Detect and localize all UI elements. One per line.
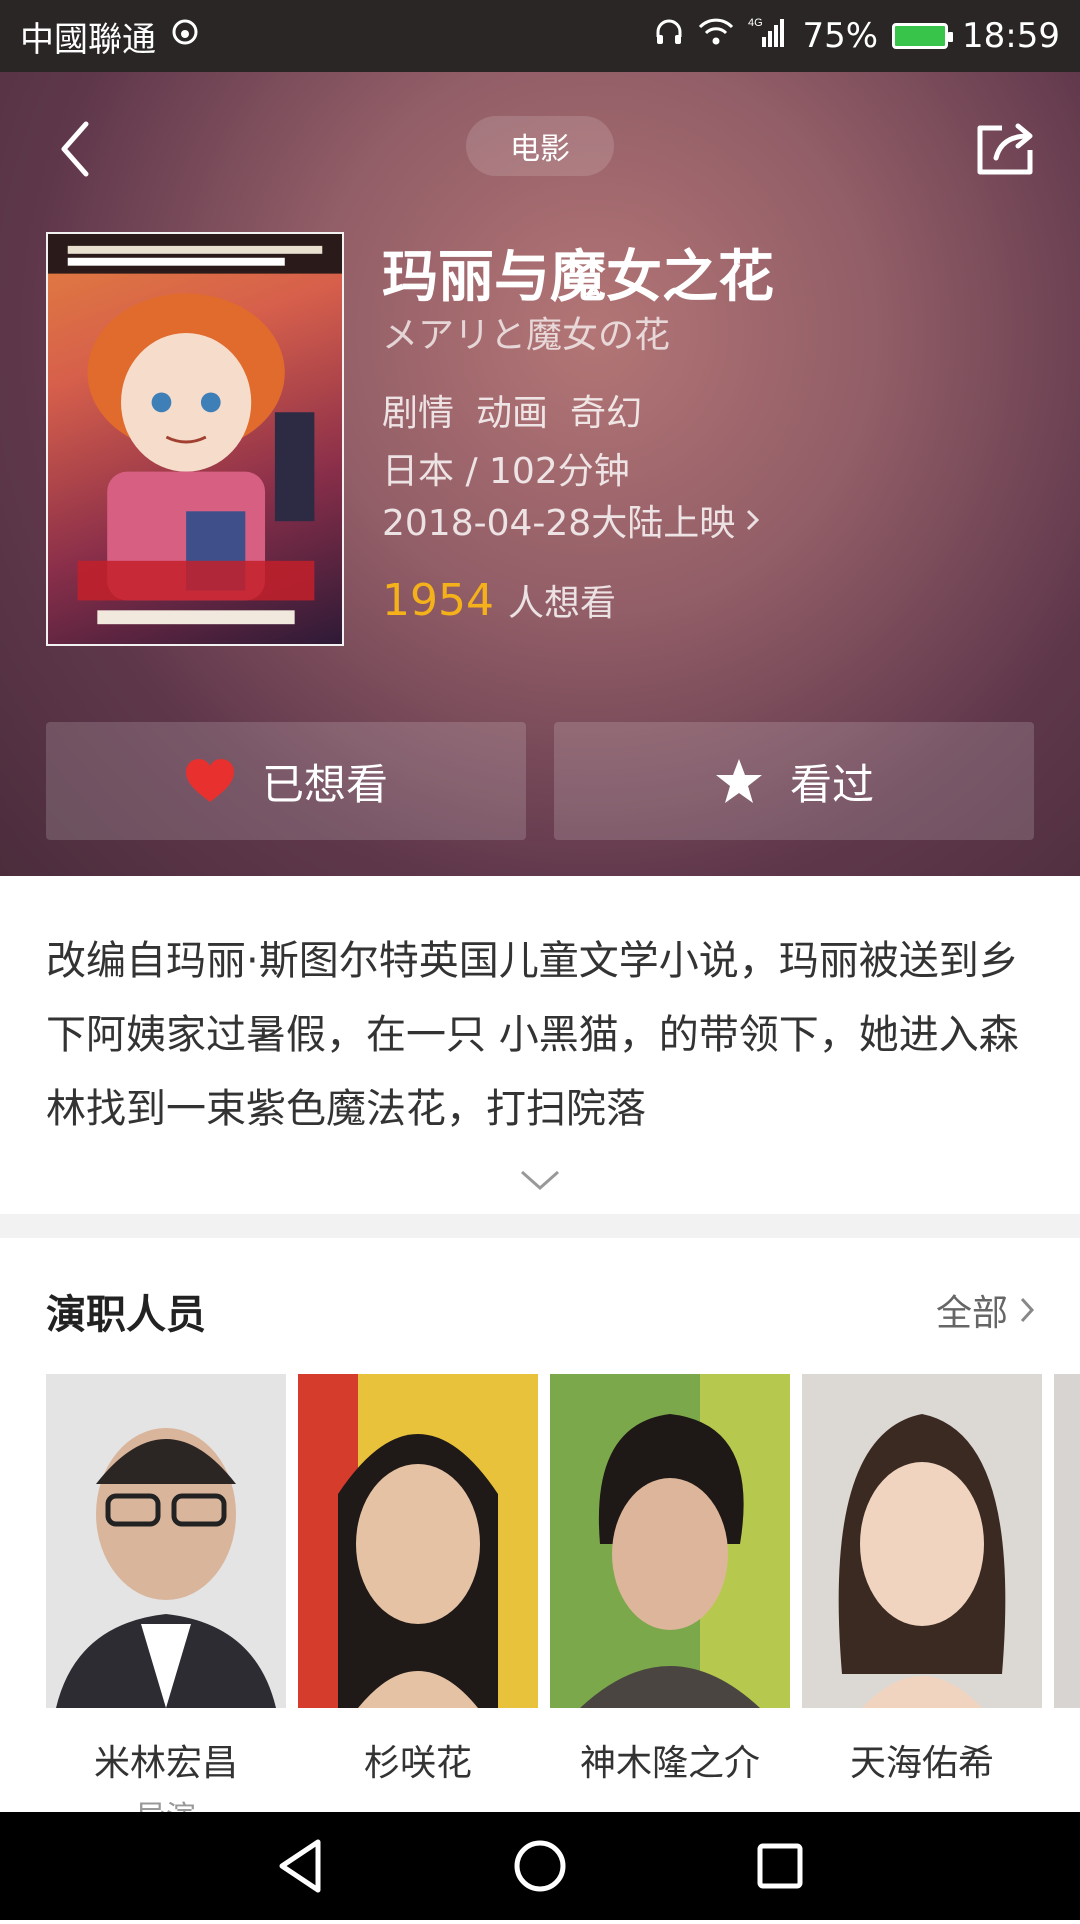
cast-section-title: 演职人员 [46,1292,206,1338]
cast-photo [46,1374,286,1708]
carrier-label: 中國聯通 [20,19,156,60]
release-date: 2018-04-28大陆上映 [382,503,736,544]
genre-tag: 动画 [476,393,549,434]
nav-recents-icon[interactable] [757,1843,803,1889]
cast-photo [802,1374,1042,1708]
battery-icon [892,23,954,49]
nav-home-icon[interactable] [514,1840,566,1892]
signal-icon: 4G [748,15,788,58]
cast-member-card[interactable] [1054,1374,1080,1708]
wanted-label: 已想看 [261,759,388,809]
movie-poster[interactable] [46,232,344,646]
wifi-icon [698,16,734,56]
want-count-number: 1954 [382,575,494,626]
cast-member-card[interactable]: 天海佑希 [802,1374,1042,1786]
seen-label: 看过 [789,759,874,809]
movie-original-title: メアリと魔女の花 [382,315,671,356]
heart-icon [185,759,234,802]
battery-percent: 75% [802,16,879,56]
clock: 18:59 [962,16,1060,56]
country-duration: 日本 / 102分钟 [382,451,630,492]
cast-all-link[interactable]: 全部 [936,1284,1036,1336]
section-divider [0,1214,1080,1238]
nav-back-icon[interactable] [279,1839,321,1893]
cast-all-label: 全部 [935,1293,1008,1334]
chevron-down-icon [521,1170,559,1191]
wanted-button[interactable]: 已想看 [46,722,526,840]
chevron-right-icon [747,509,760,531]
headphone-icon [654,16,684,56]
movie-title: 玛丽与魔女之花 [382,245,774,310]
cast-photo [298,1374,538,1708]
cast-name: 天海佑希 [849,1743,994,1784]
want-count: 1954 人想看 [382,574,616,626]
system-nav-bar [0,1812,1080,1920]
seen-button[interactable]: 看过 [554,722,1034,840]
cast-member-card[interactable]: 米林宏昌 导演 [46,1374,286,1836]
notification-icon [170,16,200,56]
svg-text:4G: 4G [748,17,763,29]
genre-list: 剧情 动画 奇幻 [382,384,642,436]
cast-name: 神木隆之介 [579,1743,760,1784]
cast-member-card[interactable]: 杉咲花 [298,1374,538,1786]
movie-synopsis: 改编自玛丽·斯图尔特英国儿童文学小说，玛丽被送到乡下阿姨家过暑假，在一只 小黑猫… [46,938,1019,1132]
chevron-right-icon [1020,1297,1035,1323]
genre-tag: 奇幻 [570,393,643,434]
share-button[interactable] [974,118,1038,178]
genre-tag: 剧情 [382,393,455,434]
poster-artwork-icon [48,234,342,625]
star-icon [715,759,762,803]
want-count-label: 人想看 [507,583,616,624]
cast-name: 杉咲花 [363,1743,472,1784]
cast-photo [550,1374,790,1708]
cast-name: 米林宏昌 [93,1743,238,1784]
back-button[interactable] [52,114,102,184]
cast-member-card[interactable]: 神木隆之介 [550,1374,790,1786]
category-pill: 电影 [466,116,614,176]
chevron-left-icon [61,121,89,177]
expand-button[interactable] [518,1168,562,1192]
release-date-link[interactable]: 2018-04-28大陆上映 [382,494,761,546]
share-icon [977,123,1033,175]
status-bar: 中國聯通 4G 75% 18:59 [0,0,1080,72]
